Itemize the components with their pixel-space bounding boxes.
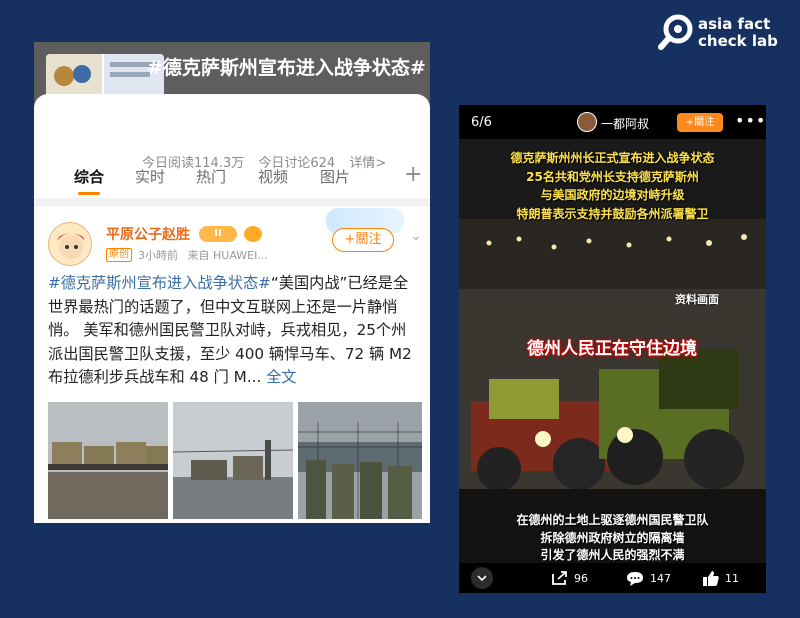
tab-images[interactable]: 图片 xyxy=(320,166,350,187)
avatar[interactable] xyxy=(577,112,597,132)
share-count: 96 xyxy=(574,571,588,585)
caption-top-3: 与美国政府的边境对峙升级 xyxy=(540,188,685,202)
logo-line-2: check lab xyxy=(698,32,778,50)
share-button[interactable]: 96 xyxy=(551,570,588,586)
video-headline: 德州人民正在守住边境 xyxy=(527,339,697,359)
weibo-screenshot: #德克萨斯州宣布进入战争状态# 今日阅读114.3万 今日讨论624 详情> 综… xyxy=(34,42,430,523)
comment-count: 147 xyxy=(650,572,671,585)
logo-line-1: asia fact xyxy=(698,15,771,33)
thumbs-up-icon xyxy=(703,571,719,586)
video-action-bar: 96 147 11 xyxy=(459,563,766,593)
video-top-bar: 6/6 一都阿叔 +關注 ••• xyxy=(459,105,766,139)
caption-bottom-1: 在德州的土地上驱逐德州国民警卫队 xyxy=(516,513,709,527)
video-frame[interactable]: 德克萨斯州州长正式宣布进入战争状态 25名共和党州长支持德克萨斯州 与美国政府的… xyxy=(459,139,766,563)
caption-top-1: 德克萨斯州州长正式宣布进入战争状态 xyxy=(510,151,715,165)
tab-hot[interactable]: 热门 xyxy=(196,166,226,187)
tab-video[interactable]: 视频 xyxy=(258,166,288,187)
chevron-down-icon[interactable] xyxy=(471,567,493,589)
post-source: 来自 HUAWEI... xyxy=(187,249,268,262)
post-body: #德克萨斯州宣布进入战争状态#“美国内战”已经是全世界最热门的话题了，但中文互联… xyxy=(48,272,420,390)
topic-link[interactable]: #德克萨斯州宣布进入战争状态# xyxy=(48,274,271,292)
caption-bottom-2: 拆除德州政府树立的隔离墙 xyxy=(540,531,685,545)
follow-button[interactable]: +關注 xyxy=(332,228,394,252)
share-icon xyxy=(552,571,567,585)
tab-realtime[interactable]: 实时 xyxy=(135,166,165,187)
divider xyxy=(34,198,430,206)
comment-button[interactable]: 147 xyxy=(625,570,671,587)
post-time: 3小時前 xyxy=(138,249,178,262)
page-indicator: 6/6 xyxy=(471,115,492,130)
read-more-link[interactable]: 全文 xyxy=(266,368,296,386)
like-button[interactable]: 11 xyxy=(702,570,739,587)
like-count: 11 xyxy=(725,572,739,585)
topic-tabs: 综合 实时 热门 视频 图片 + xyxy=(34,160,430,196)
tab-comprehensive[interactable]: 综合 xyxy=(74,166,104,187)
avatar[interactable] xyxy=(48,222,92,266)
sticker-icon xyxy=(244,226,262,242)
topic-title: #德克萨斯州宣布进入战争状态# xyxy=(147,57,426,79)
magnifier-icon xyxy=(658,14,693,50)
more-icon[interactable]: ••• xyxy=(735,111,766,130)
post-image-2[interactable] xyxy=(173,402,293,519)
post-image-3[interactable] xyxy=(298,402,422,519)
asia-fact-check-lab-logo: asia fact check lab xyxy=(658,14,790,54)
douyin-screenshot: 6/6 一都阿叔 +關注 ••• 德克萨斯州州长正式宣布进入战争状态 25名共和… xyxy=(459,105,766,593)
caption-bottom-3: 引发了德州人民的强烈不满 xyxy=(540,548,685,562)
caption-top-4: 特朗普表示支持并鼓励各州派署警卫 xyxy=(516,207,709,221)
original-tag: 原创 xyxy=(106,248,132,262)
chevron-down-icon[interactable]: ⌄ xyxy=(410,228,422,244)
uploader-name[interactable]: 一都阿叔 xyxy=(601,115,649,132)
source-tag: 资料画面 xyxy=(675,293,719,306)
vip-badge: II xyxy=(199,226,237,242)
active-tab-indicator xyxy=(78,192,100,195)
add-tab-button[interactable]: + xyxy=(404,162,422,187)
follow-button[interactable]: +關注 xyxy=(677,113,723,132)
caption-top-2: 25名共和党州长支持德克萨斯州 xyxy=(526,170,699,184)
author-name[interactable]: 平原公子赵胜 xyxy=(106,224,190,244)
comment-icon xyxy=(627,572,643,586)
post-image-1[interactable] xyxy=(48,402,168,519)
